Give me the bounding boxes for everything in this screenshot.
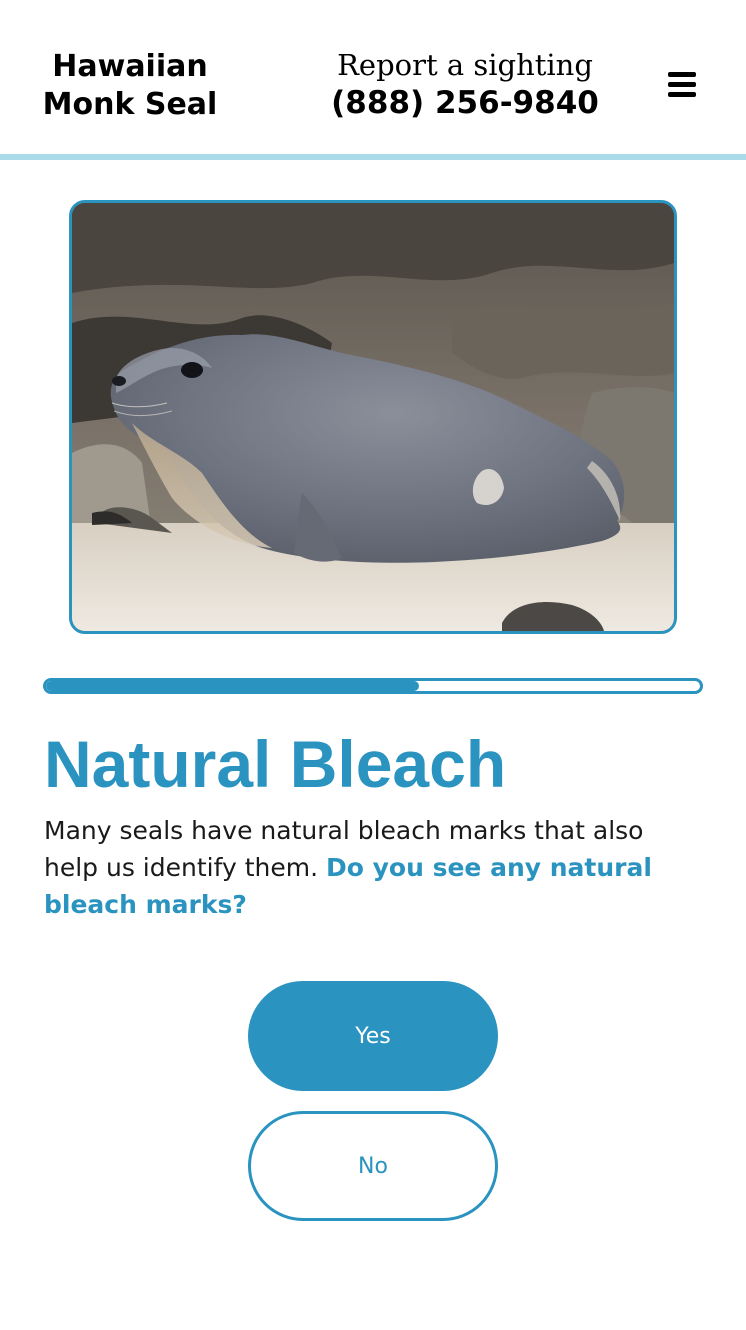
brand-line-2: Monk Seal bbox=[42, 87, 218, 122]
quiz-progress-fill bbox=[46, 681, 419, 691]
step-title: Natural Bleach bbox=[44, 727, 507, 801]
yes-button[interactable]: Yes bbox=[248, 981, 498, 1091]
menu-bar-middle bbox=[668, 82, 696, 87]
site-header: Hawaiian Monk Seal Report a sighting (88… bbox=[0, 0, 746, 154]
report-phone-number[interactable]: (888) 256-9840 bbox=[310, 84, 620, 122]
menu-bar-top bbox=[668, 72, 696, 77]
quiz-progress-bar bbox=[43, 678, 703, 694]
report-sighting-label: Report a sighting bbox=[337, 48, 593, 82]
header-divider bbox=[0, 154, 746, 160]
report-sighting[interactable]: Report a sighting (888) 256-9840 bbox=[310, 46, 620, 122]
seal-photo-illustration bbox=[72, 203, 674, 631]
menu-bar-bottom bbox=[668, 92, 696, 97]
hamburger-menu-icon[interactable] bbox=[666, 70, 698, 98]
no-button-label: No bbox=[358, 1153, 388, 1179]
seal-photo bbox=[69, 200, 677, 634]
no-button[interactable]: No bbox=[248, 1111, 498, 1221]
brand-line-1: Hawaiian bbox=[52, 49, 208, 84]
yes-button-label: Yes bbox=[355, 1023, 391, 1049]
step-description-paragraph: Many seals have natural bleach marks tha… bbox=[44, 812, 694, 923]
site-logo-text[interactable]: Hawaiian Monk Seal bbox=[30, 48, 230, 124]
